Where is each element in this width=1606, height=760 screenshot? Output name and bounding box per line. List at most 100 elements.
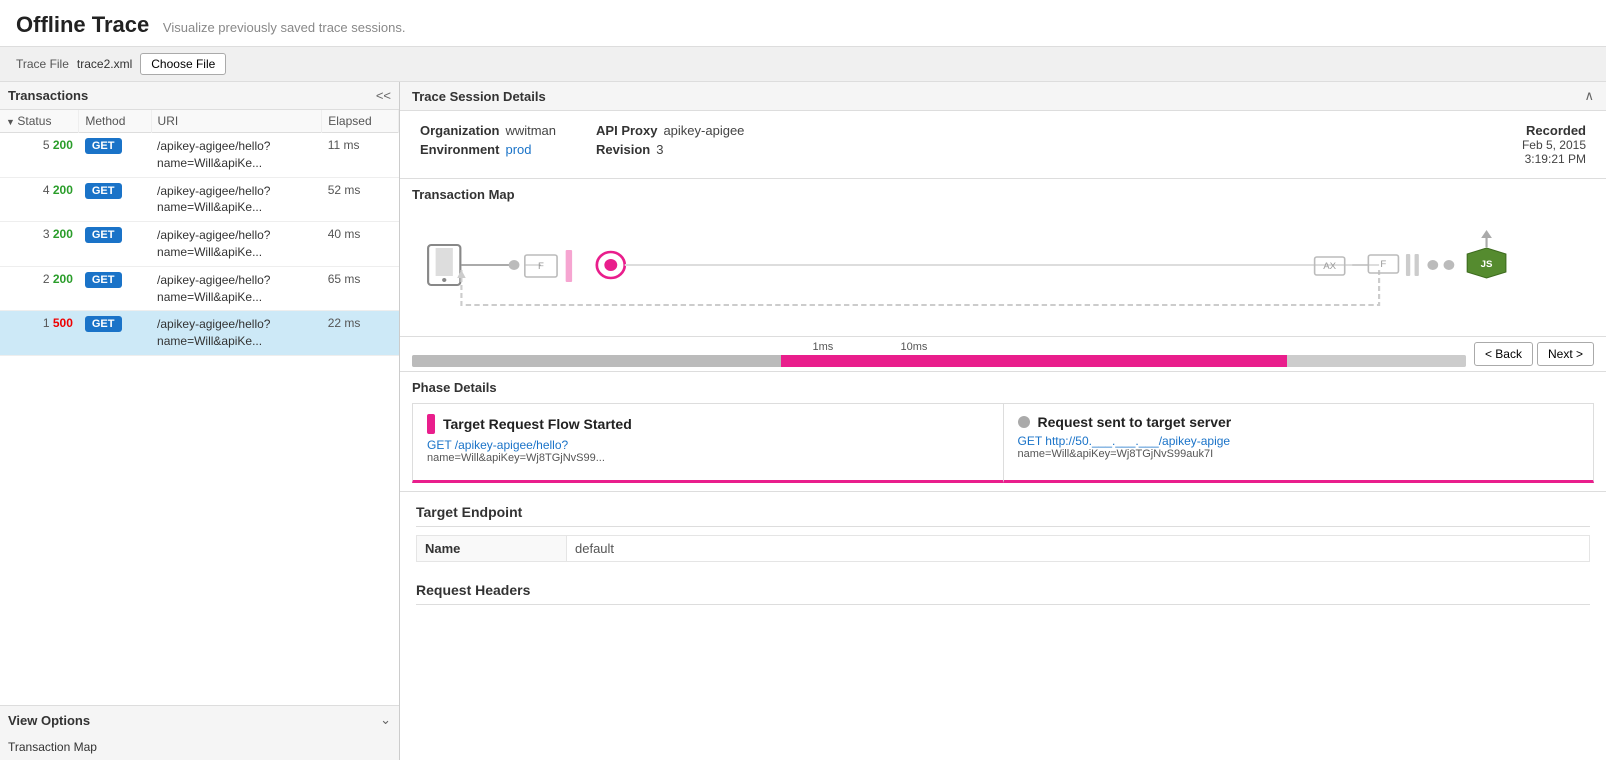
tx-map-svg: F AX <box>412 210 1594 330</box>
timeline-track <box>412 355 1466 367</box>
phase-card-1-title: Target Request Flow Started <box>443 416 632 432</box>
proxy-revision-group: API Proxy apikey-apigee Revision 3 <box>596 123 744 166</box>
tx-uri: /apikey-agigee/hello?name=Will&apiKe... <box>151 177 322 222</box>
timeline-label-1ms: 1ms <box>813 341 834 353</box>
view-options-title: View Options <box>8 713 90 728</box>
table-row[interactable]: 4 200 GET /apikey-agigee/hello?name=Will… <box>0 177 399 222</box>
choose-file-button[interactable]: Choose File <box>140 53 226 75</box>
phase-card-2-query: name=Will&apiKey=Wj8TGjNvS99auk7I <box>1018 448 1580 460</box>
tx-status: 200 <box>53 183 73 197</box>
tx-method: GET <box>79 266 151 311</box>
target-endpoint-title: Target Endpoint <box>416 504 1590 527</box>
env-label: Environment <box>420 142 499 157</box>
phase-card-1-query: name=Will&apiKey=Wj8TGjNvS99... <box>427 452 989 464</box>
endpoint-name-value: default <box>567 536 1590 562</box>
phase-card-2: Request sent to target server GET http:/… <box>1003 403 1595 483</box>
back-button[interactable]: < Back <box>1474 342 1533 366</box>
page-subtitle: Visualize previously saved trace session… <box>163 20 406 35</box>
timeline-label-10ms: 10ms <box>901 341 928 353</box>
tx-status: 200 <box>53 138 73 152</box>
recorded-section: Recorded Feb 5, 2015 3:19:21 PM <box>1522 123 1586 166</box>
view-options-collapse-button[interactable]: ⌄ <box>380 712 391 728</box>
timeline-container: 1ms 10ms <box>412 341 1466 367</box>
table-row[interactable]: 3 200 GET /apikey-agigee/hello?name=Will… <box>0 222 399 267</box>
session-details-collapse-button[interactable]: ∧ <box>1584 88 1594 104</box>
tx-num: 2 200 <box>0 266 79 311</box>
request-headers-section: Request Headers <box>400 574 1606 613</box>
svg-text:JS: JS <box>1481 259 1493 269</box>
page-title: Offline Trace <box>16 12 149 37</box>
org-value: wwitman <box>505 123 556 138</box>
endpoint-table: Name default <box>416 535 1590 562</box>
endpoint-name-row: Name default <box>417 536 1590 562</box>
tx-uri: /apikey-agigee/hello?name=Will&apiKe... <box>151 311 322 356</box>
tx-num: 4 200 <box>0 177 79 222</box>
phase-dot-2 <box>1018 416 1030 428</box>
col-method: Method <box>79 110 151 133</box>
svg-text:F: F <box>1380 259 1386 269</box>
col-uri: URI <box>151 110 322 133</box>
tx-map-option-label: Transaction Map <box>8 740 97 754</box>
transaction-map-section: Transaction Map F <box>400 179 1606 337</box>
revision-value: 3 <box>656 142 663 157</box>
trace-file-label: Trace File <box>16 57 69 71</box>
tx-status: 200 <box>53 272 73 286</box>
revision-row: Revision 3 <box>596 142 744 157</box>
right-panel-header: Trace Session Details ∧ <box>400 82 1606 111</box>
tx-method: GET <box>79 222 151 267</box>
tx-elapsed: 65 ms <box>322 266 399 311</box>
tx-map-canvas: F AX <box>412 210 1594 330</box>
timeline-nav: < Back Next > <box>1474 342 1594 366</box>
phase-icon-1 <box>427 414 435 434</box>
tx-map-title: Transaction Map <box>412 187 1594 202</box>
phase-details-title: Phase Details <box>412 380 1594 395</box>
tx-method: GET <box>79 133 151 178</box>
transactions-collapse-button[interactable]: << <box>376 88 391 103</box>
org-env-group: Organization wwitman Environment prod <box>420 123 556 166</box>
left-panel: Transactions << Status Method URI Elapse… <box>0 82 400 760</box>
trace-filename: trace2.xml <box>77 57 132 71</box>
tx-method: GET <box>79 311 151 356</box>
timeline-bar-row: 1ms 10ms < Back Next > <box>400 337 1606 372</box>
main-layout: Transactions << Status Method URI Elapse… <box>0 82 1606 760</box>
tx-uri: /apikey-agigee/hello?name=Will&apiKe... <box>151 266 322 311</box>
phase-card-2-header: Request sent to target server <box>1018 414 1580 430</box>
right-panel: Trace Session Details ∧ Organization wwi… <box>400 82 1606 760</box>
table-row[interactable]: 2 200 GET /apikey-agigee/hello?name=Will… <box>0 266 399 311</box>
table-row[interactable]: 5 200 GET /apikey-agigee/hello?name=Will… <box>0 133 399 178</box>
request-headers-title: Request Headers <box>416 582 1590 605</box>
phase-card-1: Target Request Flow Started GET /apikey-… <box>412 403 1003 483</box>
trace-file-bar: Trace File trace2.xml Choose File <box>0 47 1606 82</box>
revision-label: Revision <box>596 142 650 157</box>
tx-num: 3 200 <box>0 222 79 267</box>
timeline-labels: 1ms 10ms <box>412 341 1466 353</box>
tx-elapsed: 40 ms <box>322 222 399 267</box>
timeline-gray-right <box>1287 355 1466 367</box>
transactions-title: Transactions <box>8 88 88 103</box>
timeline-pink-main <box>781 355 1287 367</box>
phase-details-section: Phase Details Target Request Flow Starte… <box>400 372 1606 492</box>
tx-elapsed: 11 ms <box>322 133 399 178</box>
col-elapsed: Elapsed <box>322 110 399 133</box>
tx-method: GET <box>79 177 151 222</box>
recorded-label: Recorded <box>1522 123 1586 138</box>
tx-status: 500 <box>53 316 73 330</box>
target-endpoint-section: Target Endpoint Name default <box>400 492 1606 574</box>
next-button[interactable]: Next > <box>1537 342 1594 366</box>
recorded-time: 3:19:21 PM <box>1522 152 1586 166</box>
env-value: prod <box>505 142 531 157</box>
tx-uri: /apikey-agigee/hello?name=Will&apiKe... <box>151 222 322 267</box>
environment-row: Environment prod <box>420 142 556 157</box>
tx-num: 1 500 <box>0 311 79 356</box>
organization-row: Organization wwitman <box>420 123 556 138</box>
svg-text:F: F <box>538 261 544 271</box>
col-status: Status <box>0 110 79 133</box>
api-proxy-row: API Proxy apikey-apigee <box>596 123 744 138</box>
view-options-content: Transaction Map <box>0 734 399 760</box>
phase-card-1-header: Target Request Flow Started <box>427 414 989 434</box>
right-content: Organization wwitman Environment prod AP… <box>400 111 1606 760</box>
recorded-date: Feb 5, 2015 <box>1522 138 1586 152</box>
api-proxy-label: API Proxy <box>596 123 657 138</box>
table-row[interactable]: 1 500 GET /apikey-agigee/hello?name=Will… <box>0 311 399 356</box>
session-details: Organization wwitman Environment prod AP… <box>400 111 1606 179</box>
